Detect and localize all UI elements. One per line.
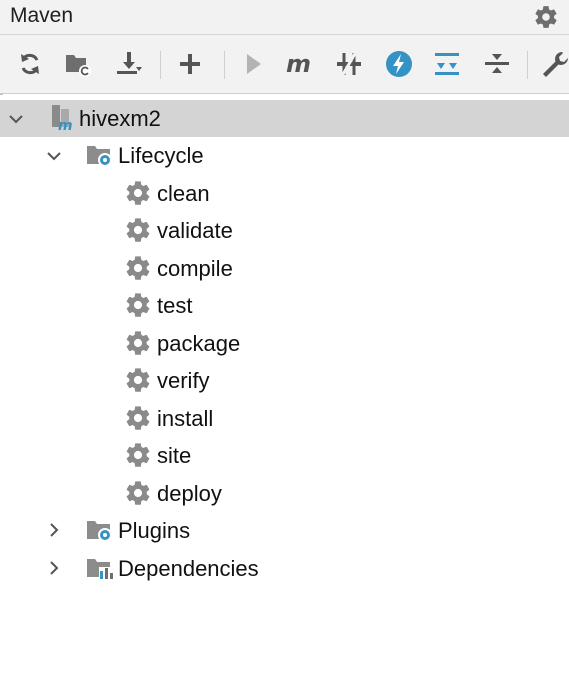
goal-label: compile [157,256,233,281]
svg-text:m: m [286,50,311,78]
tool-window-title: Maven [10,4,74,27]
gear-icon [124,291,152,319]
maven-project-tree: m hivexm2 Lifecycle clean validate compi… [0,95,569,693]
gear-icon[interactable] [533,4,559,30]
maven-toolbar: m [0,34,569,94]
svg-text:m: m [58,118,73,131]
goal-label: site [157,443,192,468]
lifecycle-goal-test[interactable]: test [0,287,569,324]
chevron-right-icon[interactable] [44,520,64,540]
maven-project-icon: m [48,103,76,131]
tree-node-dependencies[interactable]: Dependencies [0,550,569,587]
lifecycle-goal-compile[interactable]: compile [0,250,569,287]
goal-label: install [157,406,214,431]
chevron-down-icon[interactable] [6,109,26,129]
plugins-label: Plugins [118,518,191,543]
gear-icon [124,329,152,357]
lightning-icon[interactable] [384,49,414,79]
toolbar-separator [527,51,528,79]
lifecycle-goal-site[interactable]: site [0,437,569,474]
maven-m-icon[interactable]: m [285,49,315,79]
skip-tests-icon[interactable] [334,49,364,79]
lifecycle-label: Lifecycle [118,143,204,168]
toolbar-separator [224,51,225,79]
lifecycle-goal-package[interactable]: package [0,325,569,362]
goal-label: verify [157,368,210,393]
goal-label: package [157,331,241,356]
dependencies-label: Dependencies [118,556,259,581]
goal-label: deploy [157,481,222,506]
chevron-down-icon[interactable] [44,146,64,166]
goal-label: validate [157,218,233,243]
tree-node-project[interactable]: m hivexm2 [0,100,569,137]
add-icon[interactable] [175,49,205,79]
goal-label: test [157,293,193,318]
dependencies-folder-icon [86,554,114,582]
lifecycle-goal-verify[interactable]: verify [0,362,569,399]
lifecycle-goal-validate[interactable]: validate [0,212,569,249]
lifecycle-goal-deploy[interactable]: deploy [0,475,569,512]
run-icon[interactable] [238,49,268,79]
expand-all-icon[interactable] [432,49,462,79]
gear-icon [124,254,152,282]
gear-icon [124,479,152,507]
reimport-folder-icon[interactable] [63,49,93,79]
toolbar-separator [160,51,161,79]
gear-icon [124,179,152,207]
goal-label: clean [157,181,210,206]
wrench-icon[interactable] [540,49,569,79]
gear-icon [124,404,152,432]
lifecycle-folder-icon [86,141,114,169]
lifecycle-goal-clean[interactable]: clean [0,175,569,212]
gear-icon [124,366,152,394]
collapse-all-icon[interactable] [482,49,512,79]
gear-icon [124,216,152,244]
tree-node-lifecycle[interactable]: Lifecycle [0,137,569,174]
tree-node-plugins[interactable]: Plugins [0,512,569,549]
tool-window-header: Maven [0,0,569,34]
chevron-right-icon[interactable] [44,558,64,578]
lifecycle-goal-install[interactable]: install [0,400,569,437]
download-icon[interactable] [114,49,144,79]
refresh-icon[interactable] [15,49,45,79]
gear-icon [124,441,152,469]
project-label: hivexm2 [79,106,161,131]
plugins-folder-icon [86,516,114,544]
